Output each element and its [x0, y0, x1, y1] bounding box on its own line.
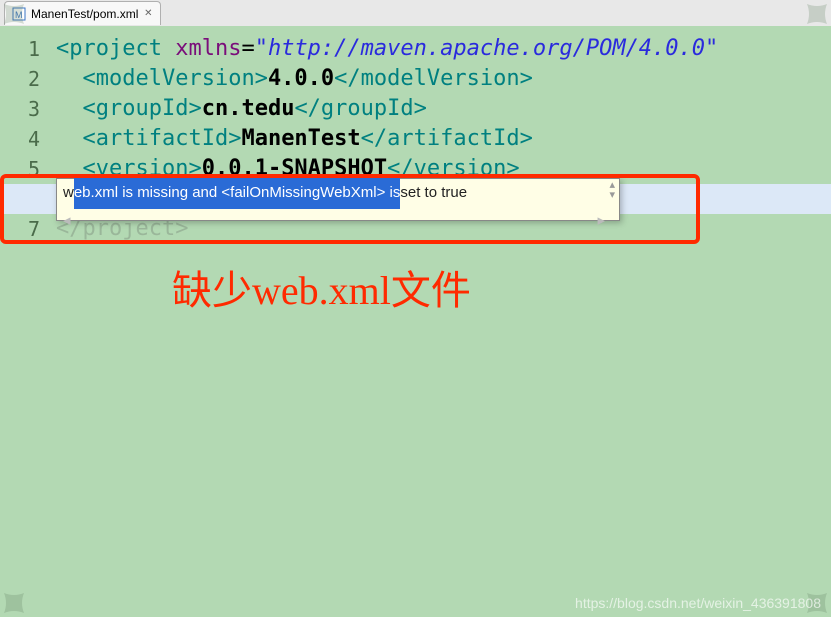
code-editor[interactable]: 1 2 3 4 5 ✕ 6 7 <project xmlns="http://m…	[0, 26, 831, 617]
line-number: 7	[0, 214, 52, 244]
line-number: 1	[0, 34, 52, 64]
tooltip-text-highlighted: eb.xml is missing and <failOnMissingWebX…	[74, 177, 401, 209]
editor-tab[interactable]: M ManenTest/pom.xml ✕	[4, 1, 161, 25]
line-number: 5	[0, 154, 52, 184]
watermark: https://blog.csdn.net/weixin_436391808	[575, 595, 821, 611]
code-line: <artifactId>ManenTest</artifactId>	[52, 124, 831, 154]
code-area[interactable]: <project xmlns="http://maven.apache.org/…	[52, 26, 831, 617]
ornament-icon	[2, 591, 26, 615]
line-number: 3	[0, 94, 52, 124]
ornament-icon	[2, 2, 26, 26]
tooltip-text-suffix: set to true	[400, 178, 467, 208]
line-number: 2	[0, 64, 52, 94]
line-gutter: 1 2 3 4 5 ✕ 6 7	[0, 26, 52, 617]
close-icon[interactable]: ✕	[142, 8, 154, 20]
code-line: <modelVersion>4.0.0</modelVersion>	[52, 64, 831, 94]
error-tooltip[interactable]: web.xml is missing and <failOnMissingWeb…	[56, 178, 620, 221]
tooltip-updown-icon[interactable]: ▴▾	[609, 180, 615, 200]
code-line: <groupId>cn.tedu</groupId>	[52, 94, 831, 124]
editor-tab-bar: M ManenTest/pom.xml ✕	[0, 0, 831, 26]
code-line: <project xmlns="http://maven.apache.org/…	[52, 34, 831, 64]
annotation-text: 缺少web.xml文件	[172, 276, 471, 306]
tab-title: ManenTest/pom.xml	[31, 7, 138, 21]
line-number: 4	[0, 124, 52, 154]
tooltip-text-prefix: w	[63, 178, 74, 208]
ornament-icon	[805, 2, 829, 26]
